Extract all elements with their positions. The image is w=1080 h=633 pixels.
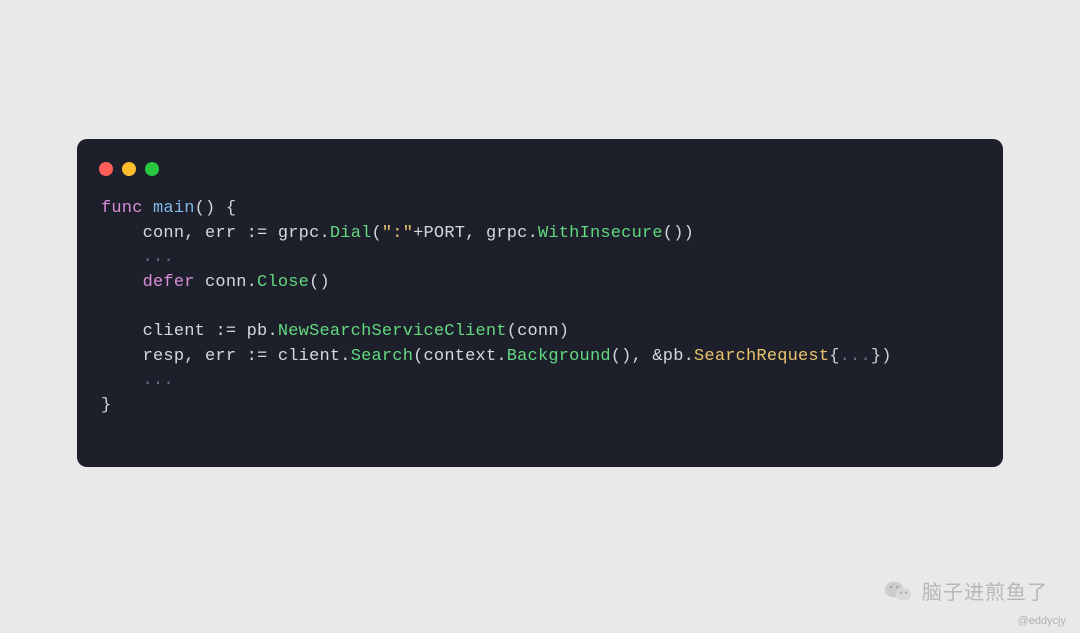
code-token: .	[684, 347, 694, 366]
code-token: }	[101, 396, 111, 415]
code-token	[101, 248, 143, 267]
code-token: PORT	[424, 224, 466, 243]
code-token: ...	[143, 371, 174, 390]
code-token: client	[143, 322, 205, 341]
code-token: })	[871, 347, 892, 366]
code-token: resp	[143, 347, 185, 366]
code-token: client	[278, 347, 340, 366]
code-token: ,	[465, 224, 486, 243]
code-token: err	[205, 347, 236, 366]
code-token: pb	[247, 322, 268, 341]
watermark-handle: @eddycjy	[1018, 615, 1066, 627]
code-token: err	[205, 224, 236, 243]
wechat-icon	[884, 579, 912, 603]
code-token	[267, 347, 277, 366]
code-token	[236, 224, 246, 243]
code-token: context	[424, 347, 497, 366]
maximize-icon[interactable]	[145, 162, 159, 176]
code-token: .	[496, 347, 506, 366]
code-token: ()	[309, 273, 330, 292]
close-icon[interactable]	[99, 162, 113, 176]
code-token: Background	[507, 347, 611, 366]
window-controls	[77, 139, 1003, 179]
code-token	[236, 322, 246, 341]
code-token: Search	[351, 347, 413, 366]
watermark: 脑子进煎鱼了	[884, 576, 1048, 605]
code-block: func main() { conn, err := grpc.Dial(":"…	[77, 179, 1003, 443]
code-token: ...	[143, 248, 174, 267]
code-token: )	[559, 322, 569, 341]
code-token: ":"	[382, 224, 413, 243]
code-token: ...	[840, 347, 871, 366]
code-token: Close	[257, 273, 309, 292]
code-token: .	[319, 224, 329, 243]
code-token: .	[340, 347, 350, 366]
code-token: .	[267, 322, 277, 341]
code-token	[236, 347, 246, 366]
code-token: &	[652, 347, 662, 366]
code-token: func	[101, 199, 143, 218]
code-token: main	[153, 199, 195, 218]
code-token: conn	[143, 224, 185, 243]
watermark-text: 脑子进煎鱼了	[922, 576, 1048, 605]
code-token: :=	[247, 224, 268, 243]
minimize-icon[interactable]	[122, 162, 136, 176]
code-token	[267, 224, 277, 243]
code-token: conn	[517, 322, 559, 341]
code-token: pb	[663, 347, 684, 366]
code-token	[101, 322, 143, 341]
code-token: ())	[663, 224, 694, 243]
code-token: ,	[184, 347, 205, 366]
code-token: (	[413, 347, 423, 366]
code-token	[195, 273, 205, 292]
code-token: NewSearchServiceClient	[278, 322, 507, 341]
code-token: grpc	[486, 224, 528, 243]
code-window: func main() { conn, err := grpc.Dial(":"…	[77, 139, 1003, 467]
code-token	[101, 224, 143, 243]
code-token: (	[507, 322, 517, 341]
code-token	[101, 347, 143, 366]
code-token	[101, 371, 143, 390]
code-token: ,	[184, 224, 205, 243]
code-token: () {	[195, 199, 237, 218]
code-token: defer	[143, 273, 195, 292]
code-token: conn	[205, 273, 247, 292]
code-token: .	[247, 273, 257, 292]
code-token	[205, 322, 215, 341]
code-token: :=	[247, 347, 268, 366]
code-token: .	[528, 224, 538, 243]
code-token: SearchRequest	[694, 347, 829, 366]
code-token: WithInsecure	[538, 224, 663, 243]
code-token: Dial	[330, 224, 372, 243]
code-token: (	[372, 224, 382, 243]
code-token: :=	[215, 322, 236, 341]
code-token: {	[829, 347, 839, 366]
code-token: +	[413, 224, 423, 243]
code-token: grpc	[278, 224, 320, 243]
code-token: (),	[611, 347, 653, 366]
code-token	[143, 199, 153, 218]
code-token	[101, 273, 143, 292]
